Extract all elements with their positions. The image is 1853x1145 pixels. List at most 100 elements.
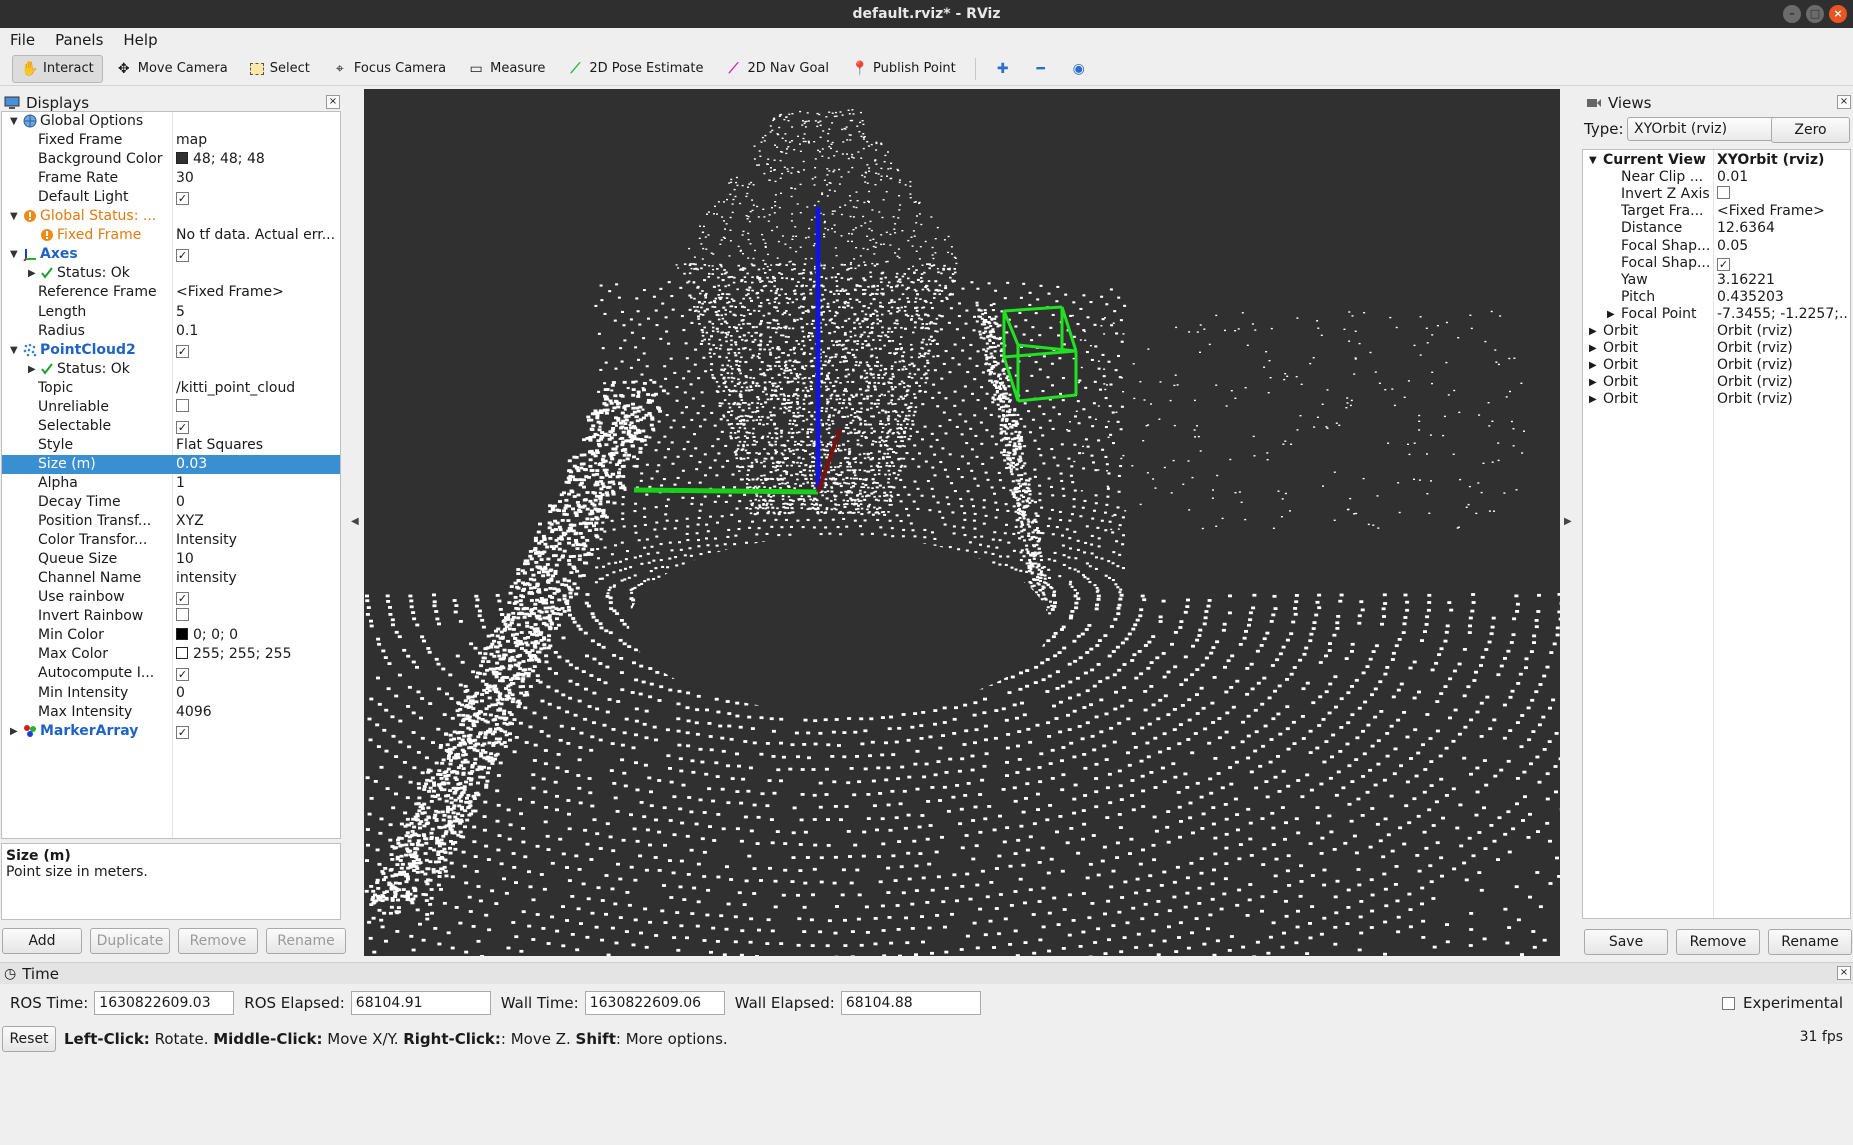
display-row-value[interactable]: Flat Squares: [176, 436, 340, 455]
display-row[interactable]: Invert Rainbow: [2, 607, 341, 626]
view-row-value[interactable]: Orbit (rviz): [1717, 357, 1849, 374]
checkbox[interactable]: ✓: [176, 668, 189, 681]
panel-visibility-button[interactable]: ◉: [1062, 55, 1096, 83]
checkbox[interactable]: ✓: [176, 249, 189, 262]
view-row-value[interactable]: 0.05: [1717, 238, 1849, 255]
view-row[interactable]: Focal Shap...0.05: [1583, 238, 1851, 255]
view-row-value[interactable]: 12.6364: [1717, 220, 1849, 237]
view-row-value[interactable]: -7.3455; -1.2257;...: [1717, 306, 1849, 323]
display-row[interactable]: Radius0.1: [2, 322, 341, 341]
display-row-value[interactable]: [176, 398, 340, 417]
display-row[interactable]: ▼Global Status: ...: [2, 207, 341, 226]
checkbox[interactable]: ✓: [1717, 258, 1730, 271]
display-row[interactable]: Min Color0; 0; 0: [2, 626, 341, 645]
expand-right-icon[interactable]: ▶: [1589, 357, 1597, 374]
display-row[interactable]: Frame Rate30: [2, 169, 341, 188]
tool-select[interactable]: Select: [241, 55, 319, 83]
view-row[interactable]: ▼Current ViewXYOrbit (rviz): [1583, 152, 1851, 169]
checkbox[interactable]: ✓: [176, 592, 189, 605]
view-row-value[interactable]: Orbit (rviz): [1717, 340, 1849, 357]
menu-file[interactable]: File: [0, 28, 45, 52]
display-row-value[interactable]: [176, 607, 340, 626]
display-row-value[interactable]: intensity: [176, 569, 340, 588]
tool-2d-pose-estimate[interactable]: ⟋ 2D Pose Estimate: [558, 55, 712, 83]
view-row[interactable]: Focal Shap...✓: [1583, 255, 1851, 272]
display-row-value[interactable]: 255; 255; 255: [176, 645, 340, 664]
display-row[interactable]: Use rainbow✓: [2, 588, 341, 607]
display-row-value[interactable]: 4096: [176, 703, 340, 722]
tool-interact[interactable]: ✋ Interact: [12, 55, 103, 83]
display-row[interactable]: Max Intensity4096: [2, 703, 341, 722]
collapse-right-icon[interactable]: ▶: [1564, 516, 1572, 527]
display-row-value[interactable]: ✓: [176, 664, 340, 683]
display-row[interactable]: Alpha1: [2, 474, 341, 493]
menu-panels[interactable]: Panels: [45, 28, 113, 52]
view-row[interactable]: Distance12.6364: [1583, 220, 1851, 237]
display-row[interactable]: ▼PointCloud2✓: [2, 341, 341, 360]
expand-right-icon[interactable]: ▶: [1589, 391, 1597, 408]
ros-elapsed-field[interactable]: 68104.91: [351, 991, 491, 1015]
view-row-value[interactable]: [1717, 186, 1849, 203]
view-row-value[interactable]: 3.16221: [1717, 272, 1849, 289]
display-row-value[interactable]: 10: [176, 550, 340, 569]
display-row[interactable]: Background Color48; 48; 48: [2, 150, 341, 169]
checkbox[interactable]: ✓: [176, 726, 189, 739]
checkbox[interactable]: [1717, 186, 1730, 199]
display-row-value[interactable]: map: [176, 131, 340, 150]
display-row-value[interactable]: ✓: [176, 722, 340, 741]
display-row-value[interactable]: <Fixed Frame>: [176, 283, 340, 302]
zero-button[interactable]: Zero: [1771, 117, 1850, 143]
display-row[interactable]: Length5: [2, 303, 341, 322]
display-row[interactable]: Decay Time0: [2, 493, 341, 512]
display-row[interactable]: Unreliable: [2, 398, 341, 417]
display-row-value[interactable]: 0: [176, 684, 340, 703]
expand-right-icon[interactable]: ▶: [28, 264, 38, 283]
wall-time-field[interactable]: 1630822609.06: [585, 991, 725, 1015]
view-row[interactable]: ▶OrbitOrbit (rviz): [1583, 374, 1851, 391]
display-row[interactable]: Size (m)0.03: [2, 455, 341, 474]
color-swatch[interactable]: [176, 152, 188, 164]
display-row[interactable]: ▼Global Options: [2, 112, 341, 131]
expand-right-icon[interactable]: ▶: [1589, 340, 1597, 357]
display-row[interactable]: Channel Nameintensity: [2, 569, 341, 588]
display-row-value[interactable]: Intensity: [176, 531, 340, 550]
expand-down-icon[interactable]: ▼: [10, 341, 20, 360]
expand-right-icon[interactable]: ▶: [28, 360, 38, 379]
rename-view-button[interactable]: Rename: [1768, 929, 1852, 955]
display-row[interactable]: ▶Status: Ok: [2, 264, 341, 283]
expand-down-icon[interactable]: ▼: [10, 112, 20, 131]
displays-close-icon[interactable]: ×: [326, 95, 340, 109]
display-row[interactable]: Fixed Framemap: [2, 131, 341, 150]
checkbox[interactable]: ✓: [176, 421, 189, 434]
view-row-value[interactable]: 0.435203: [1717, 289, 1849, 306]
view-row-value[interactable]: XYOrbit (rviz): [1717, 152, 1849, 169]
display-row-value[interactable]: No tf data. Actual err...: [176, 226, 340, 245]
view-row[interactable]: Near Clip ...0.01: [1583, 169, 1851, 186]
display-row[interactable]: Queue Size10: [2, 550, 341, 569]
expand-right-icon[interactable]: ▶: [1589, 323, 1597, 340]
view-row[interactable]: Invert Z Axis: [1583, 186, 1851, 203]
display-row[interactable]: ▼Axes✓: [2, 245, 341, 264]
minimize-icon[interactable]: –: [1783, 5, 1801, 23]
display-row-value[interactable]: 48; 48; 48: [176, 150, 340, 169]
add-button[interactable]: Add: [2, 928, 82, 954]
remove-button[interactable]: Remove: [178, 928, 258, 954]
views-tree[interactable]: ▼Current ViewXYOrbit (rviz)Near Clip ...…: [1582, 149, 1851, 919]
display-row[interactable]: Color Transfor...Intensity: [2, 531, 341, 550]
display-row[interactable]: ▶Status: Ok: [2, 360, 341, 379]
display-row-value[interactable]: /kitti_point_cloud: [176, 379, 340, 398]
save-view-button[interactable]: Save: [1584, 929, 1668, 955]
display-row-value[interactable]: XYZ: [176, 512, 340, 531]
display-row[interactable]: Topic/kitti_point_cloud: [2, 379, 341, 398]
view-row[interactable]: ▶OrbitOrbit (rviz): [1583, 323, 1851, 340]
experimental-toggle[interactable]: Experimental: [1722, 994, 1843, 1012]
display-row-value[interactable]: 30: [176, 169, 340, 188]
views-close-icon[interactable]: ×: [1837, 95, 1851, 109]
display-row[interactable]: StyleFlat Squares: [2, 436, 341, 455]
display-row-value[interactable]: ✓: [176, 588, 340, 607]
display-row-value[interactable]: ✓: [176, 245, 340, 264]
display-row-value[interactable]: 0: [176, 493, 340, 512]
menu-help[interactable]: Help: [113, 28, 167, 52]
display-row-value[interactable]: 0.03: [176, 455, 340, 474]
display-row-value[interactable]: 1: [176, 474, 340, 493]
